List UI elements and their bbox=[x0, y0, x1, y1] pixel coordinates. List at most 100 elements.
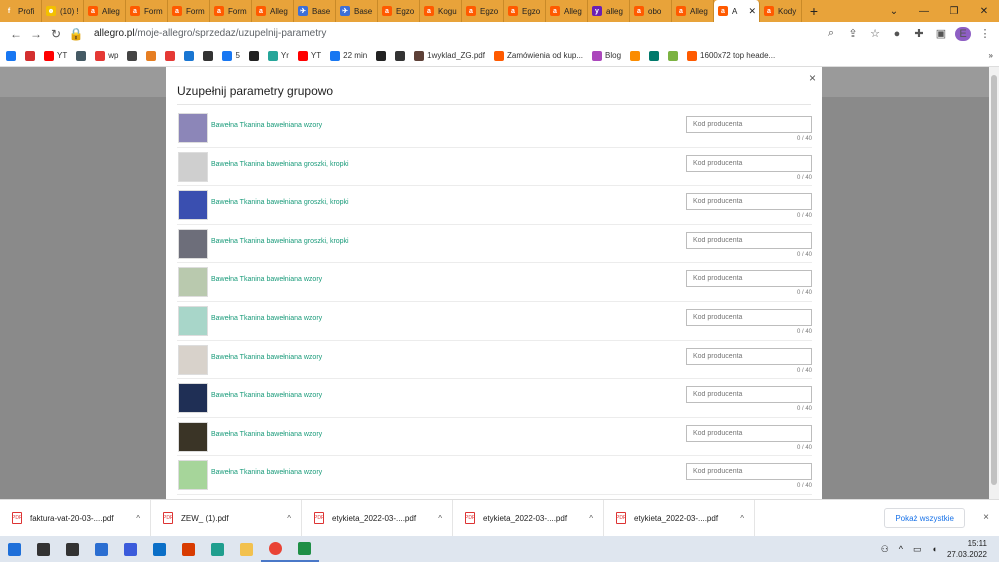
bookmark-item[interactable] bbox=[395, 50, 406, 61]
back-icon[interactable]: ← bbox=[6, 27, 26, 41]
browser-tab[interactable]: ✈ Base bbox=[294, 0, 336, 22]
browser-tab[interactable]: ✈ Base bbox=[336, 0, 378, 22]
sidepanel-icon[interactable]: ▣ bbox=[933, 27, 949, 40]
downloads-close-icon[interactable]: × bbox=[983, 512, 989, 523]
producer-code-input[interactable] bbox=[686, 270, 812, 288]
product-title-link[interactable]: Bawełna Tkanina bawełniana wzory bbox=[211, 354, 322, 361]
restore-icon[interactable]: ❐ bbox=[939, 0, 969, 22]
puzzle-icon[interactable]: ✚ bbox=[911, 27, 927, 40]
bookmark-item[interactable]: Yr bbox=[267, 50, 289, 61]
bookmark-item[interactable] bbox=[146, 50, 157, 61]
chevron-up-icon[interactable]: ^ bbox=[589, 514, 593, 523]
volume-icon[interactable]: ◖ bbox=[932, 544, 937, 554]
bookmark-item[interactable]: YT bbox=[44, 50, 67, 61]
bookmark-item[interactable] bbox=[630, 50, 641, 61]
network-icon[interactable]: ▭ bbox=[913, 544, 922, 555]
bookmark-item[interactable] bbox=[184, 50, 195, 61]
tab-close-icon[interactable]: ✕ bbox=[748, 6, 756, 17]
store-icon[interactable] bbox=[87, 536, 116, 562]
product-title-link[interactable]: Bawełna Tkanina bawełniana wzory bbox=[211, 431, 322, 438]
tab-search-icon[interactable]: ⌄ bbox=[879, 0, 909, 22]
search-icon[interactable] bbox=[29, 536, 58, 562]
bookmark-item[interactable] bbox=[25, 50, 35, 61]
producer-code-input[interactable] bbox=[686, 154, 812, 172]
product-thumbnail[interactable] bbox=[178, 267, 208, 298]
product-thumbnail[interactable] bbox=[178, 190, 208, 221]
browser-tab[interactable]: a Egzo bbox=[504, 0, 546, 22]
browser-tab[interactable]: a Alleg bbox=[672, 0, 714, 22]
product-title-link[interactable]: Bawełna Tkanina bawełniana groszki, krop… bbox=[211, 238, 349, 245]
download-item[interactable]: PDF etykieta_2022-03-....pdf ^ bbox=[604, 499, 755, 537]
browser-tab[interactable]: a Alleg bbox=[84, 0, 126, 22]
bookmark-item[interactable] bbox=[376, 50, 387, 61]
browser-tab[interactable]: a A ✕ bbox=[714, 0, 760, 22]
share-icon[interactable]: ⇪ bbox=[845, 27, 861, 40]
bookmark-item[interactable] bbox=[649, 50, 660, 61]
scrollbar-thumb[interactable] bbox=[991, 75, 997, 485]
page-scrollbar[interactable] bbox=[989, 67, 999, 499]
chevron-up-icon[interactable]: ^ bbox=[740, 514, 744, 523]
browser-tab[interactable]: a Egzo bbox=[378, 0, 420, 22]
zoom-icon[interactable]: ⌕ bbox=[823, 27, 839, 40]
product-title-link[interactable]: Bawełna Tkanina bawełniana groszki, krop… bbox=[211, 199, 349, 206]
producer-code-input[interactable] bbox=[686, 424, 812, 442]
bookmark-item[interactable] bbox=[127, 50, 138, 61]
url-field[interactable]: allegro.pl/moje-allegro/sprzedaz/uzupeln… bbox=[94, 28, 823, 39]
product-title-link[interactable]: Bawełna Tkanina bawełniana wzory bbox=[211, 392, 322, 399]
product-thumbnail[interactable] bbox=[178, 151, 208, 182]
product-title-link[interactable]: Bawełna Tkanina bawełniana wzory bbox=[211, 122, 322, 129]
product-thumbnail[interactable] bbox=[178, 228, 208, 259]
close-icon[interactable]: × bbox=[809, 71, 816, 85]
clock[interactable]: 15:11 27.03.2022 bbox=[947, 538, 987, 560]
bookmark-item[interactable] bbox=[6, 50, 16, 61]
producer-code-input[interactable] bbox=[686, 193, 812, 211]
download-item[interactable]: PDF ZEW_ (1).pdf ^ bbox=[151, 499, 302, 537]
product-thumbnail[interactable] bbox=[178, 421, 208, 452]
producer-code-input[interactable] bbox=[686, 231, 812, 249]
download-item[interactable]: PDF etykieta_2022-03-....pdf ^ bbox=[302, 499, 453, 537]
bookmark-item[interactable]: Blog bbox=[592, 50, 621, 61]
bookmark-item[interactable]: Zamówienia od kup... bbox=[493, 50, 583, 61]
browser-tab[interactable]: a Form bbox=[168, 0, 210, 22]
bookmark-item[interactable]: wp bbox=[95, 50, 118, 61]
product-title-link[interactable]: Bawełna Tkanina bawełniana wzory bbox=[211, 276, 322, 283]
bookmark-item[interactable] bbox=[76, 50, 87, 61]
browser-tab[interactable]: f Profi bbox=[0, 0, 42, 22]
start-icon[interactable] bbox=[0, 536, 29, 562]
download-item[interactable]: PDF etykieta_2022-03-....pdf ^ bbox=[453, 499, 604, 537]
producer-code-input[interactable] bbox=[686, 116, 812, 133]
app-m-icon[interactable] bbox=[116, 536, 145, 562]
product-title-link[interactable]: Bawełna Tkanina bawełniana wzory bbox=[211, 469, 322, 476]
chevron-up-icon[interactable]: ^ bbox=[438, 514, 442, 523]
product-thumbnail[interactable] bbox=[178, 383, 208, 414]
chevron-up-icon[interactable]: ^ bbox=[136, 514, 140, 523]
forward-icon[interactable]: → bbox=[26, 27, 46, 41]
people-icon[interactable]: ⚇ bbox=[881, 544, 889, 555]
product-thumbnail[interactable] bbox=[178, 113, 208, 143]
browser-tab[interactable]: a Alleg bbox=[252, 0, 294, 22]
bookmark-item[interactable] bbox=[165, 50, 176, 61]
browser-tab[interactable]: a Form bbox=[126, 0, 168, 22]
bookmark-item[interactable]: 1wyklad_ZG.pdf bbox=[414, 50, 485, 61]
more-bookmarks-icon[interactable]: » bbox=[989, 51, 993, 60]
browser-tab[interactable]: ☻ (10) ! bbox=[42, 0, 84, 22]
product-thumbnail[interactable] bbox=[178, 344, 208, 375]
star-icon[interactable]: ☆ bbox=[867, 27, 883, 40]
explorer-icon[interactable] bbox=[232, 536, 261, 562]
download-item[interactable]: PDF faktura-vat-20-03-....pdf ^ bbox=[0, 499, 151, 537]
bookmark-item[interactable] bbox=[203, 50, 214, 61]
bookmark-item[interactable]: 5 bbox=[222, 50, 240, 61]
task-view-icon[interactable] bbox=[58, 536, 87, 562]
browser-tab[interactable]: a obo bbox=[630, 0, 672, 22]
product-thumbnail[interactable] bbox=[178, 460, 208, 491]
minimize-icon[interactable]: — bbox=[909, 0, 939, 22]
producer-code-input[interactable] bbox=[686, 308, 812, 326]
edge-icon[interactable] bbox=[203, 536, 232, 562]
bookmark-item[interactable]: 1600x72 top heade... bbox=[687, 50, 775, 61]
show-all-button[interactable]: Pokaż wszystkie bbox=[884, 508, 965, 528]
bookmark-item[interactable] bbox=[668, 50, 679, 61]
bookmark-item[interactable]: 22 min bbox=[330, 50, 367, 61]
extension-badge-icon[interactable]: ● bbox=[889, 28, 905, 40]
browser-tab[interactable]: a Kogu bbox=[420, 0, 462, 22]
profile-avatar[interactable]: E bbox=[955, 26, 971, 41]
